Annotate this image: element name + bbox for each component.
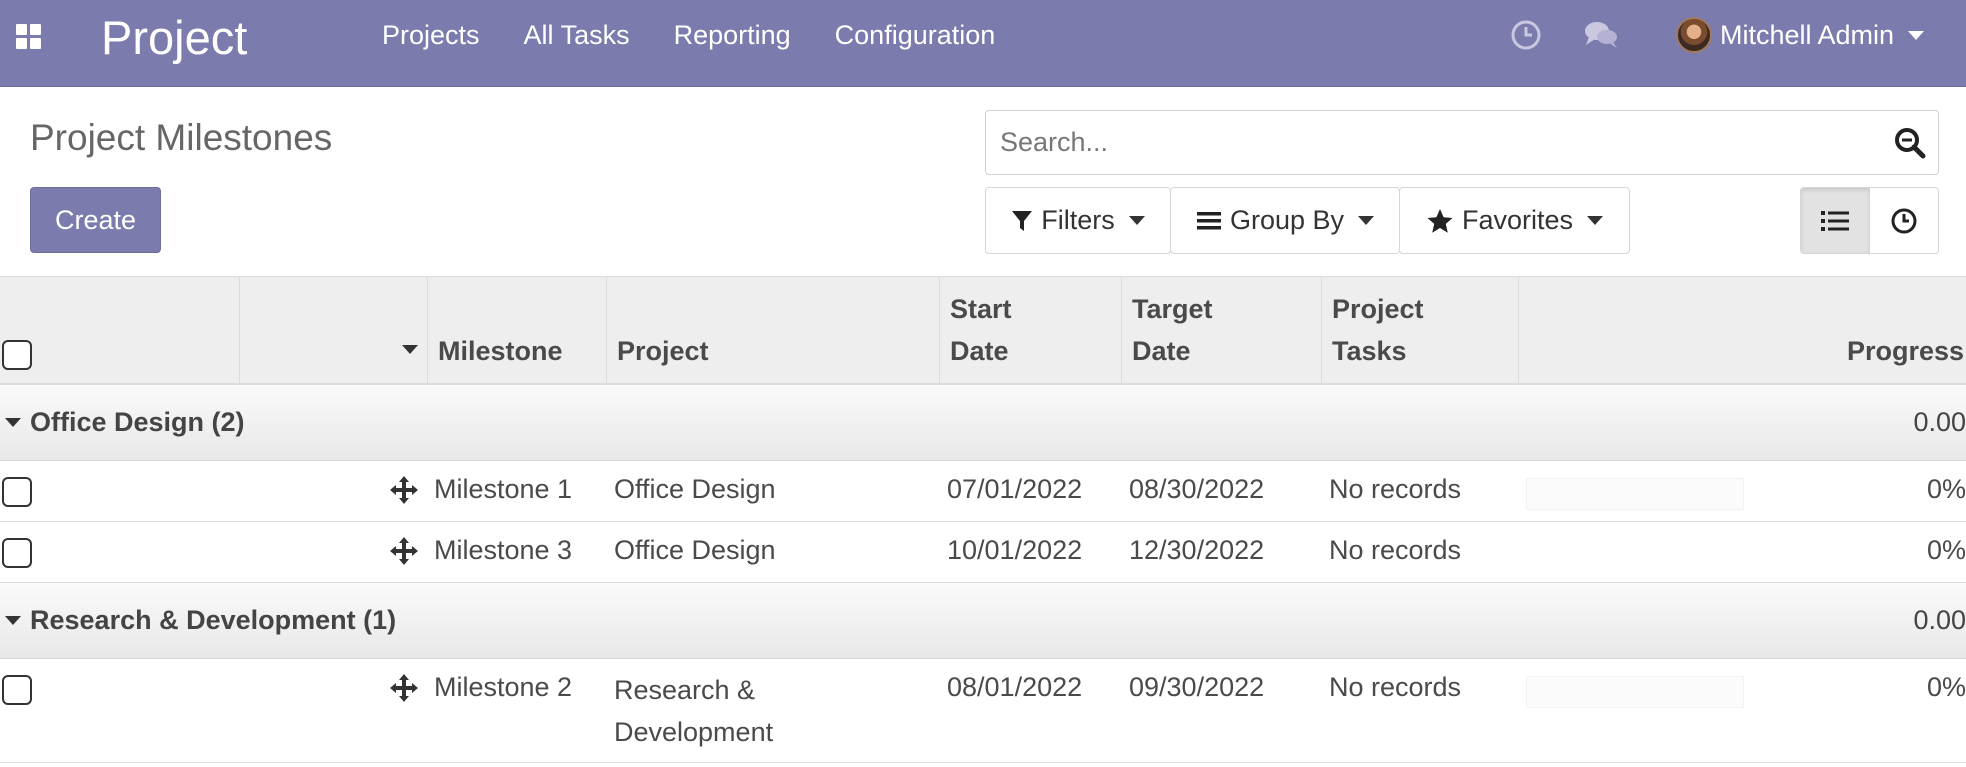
- favorites-button[interactable]: Favorites: [1399, 187, 1630, 254]
- group-row-research-development[interactable]: Research & Development (1) 0.00: [0, 583, 1966, 659]
- table-header: Milestone Project Start Date Target Date…: [0, 276, 1966, 385]
- filters-label: Filters: [1041, 205, 1115, 235]
- header-sequence[interactable]: [239, 277, 428, 384]
- header-milestone[interactable]: Milestone: [427, 277, 607, 384]
- search-icon[interactable]: [1892, 125, 1928, 161]
- milestones-table: Milestone Project Start Date Target Date…: [0, 276, 1966, 763]
- view-switcher: [1800, 187, 1939, 254]
- cell-milestone: Milestone 3: [434, 535, 573, 565]
- cell-progress: 0%: [1926, 535, 1966, 565]
- group-row-office-design[interactable]: Office Design (2) 0.00: [0, 385, 1966, 461]
- bars-icon: [1196, 211, 1221, 229]
- avatar: [1676, 17, 1712, 53]
- cell-progress: 0%: [1926, 672, 1966, 702]
- progress-bar: [1526, 478, 1744, 510]
- header-project[interactable]: Project: [606, 277, 940, 384]
- cell-project: Office Design: [614, 535, 776, 565]
- chevron-down-icon: [1128, 216, 1145, 225]
- group-by-button[interactable]: Group By: [1170, 187, 1400, 254]
- list-view-icon[interactable]: [1801, 188, 1870, 253]
- cell-target-date: 12/30/2022: [1129, 535, 1265, 565]
- header-target-date[interactable]: Target Date: [1121, 277, 1322, 384]
- caret-down-icon: [5, 616, 21, 625]
- cell-project: Office Design: [614, 474, 776, 504]
- user-name: Mitchell Admin: [1720, 19, 1895, 50]
- search-input[interactable]: [986, 111, 1866, 174]
- clock-icon[interactable]: [1509, 18, 1543, 52]
- sort-caret-icon: [402, 345, 418, 354]
- menu-configuration[interactable]: Configuration: [813, 20, 1018, 51]
- table-row[interactable]: Milestone 2 Research & Development 08/01…: [0, 659, 1966, 763]
- group-aggregate: 0.00: [1913, 407, 1966, 437]
- table-row[interactable]: Milestone 1 Office Design 07/01/2022 08/…: [0, 461, 1966, 522]
- menu-all-tasks[interactable]: All Tasks: [502, 20, 652, 51]
- cell-start-date: 10/01/2022: [947, 535, 1083, 565]
- row-checkbox[interactable]: [2, 538, 32, 568]
- header-project-tasks[interactable]: Project Tasks: [1321, 277, 1519, 384]
- cell-progress: 0%: [1926, 474, 1966, 504]
- progress-bar: [1526, 676, 1744, 708]
- select-all-checkbox[interactable]: [2, 340, 32, 370]
- page-title: Project Milestones: [30, 117, 333, 158]
- drag-handle-icon[interactable]: [388, 474, 420, 506]
- cell-target-date: 09/30/2022: [1129, 672, 1265, 702]
- group-name: Office Design (2): [30, 407, 245, 437]
- top-navbar: Project Projects All Tasks Reporting Con…: [0, 0, 1966, 87]
- apps-grid-icon[interactable]: [16, 24, 46, 50]
- group-aggregate: 0.00: [1913, 605, 1966, 635]
- chat-icon[interactable]: [1583, 18, 1617, 52]
- group-by-label: Group By: [1229, 205, 1345, 235]
- group-name: Research & Development (1): [30, 605, 397, 635]
- chevron-down-icon: [1587, 216, 1604, 225]
- activity-view-icon[interactable]: [1870, 188, 1939, 253]
- filter-icon: [1012, 210, 1033, 231]
- cell-project-tasks: No records: [1329, 535, 1462, 565]
- star-icon: [1427, 208, 1453, 233]
- main-menu: Projects All Tasks Reporting Configurati…: [360, 20, 1017, 51]
- drag-handle-icon[interactable]: [388, 672, 420, 704]
- cell-milestone: Milestone 1: [434, 474, 573, 504]
- table-row[interactable]: Milestone 3 Office Design 10/01/2022 12/…: [0, 522, 1966, 583]
- cell-project-tasks: No records: [1329, 474, 1462, 504]
- filters-button[interactable]: Filters: [985, 187, 1171, 254]
- caret-down-icon: [5, 418, 21, 427]
- row-checkbox[interactable]: [2, 675, 32, 705]
- chevron-down-icon: [1358, 216, 1375, 225]
- cell-start-date: 08/01/2022: [947, 672, 1083, 702]
- menu-reporting[interactable]: Reporting: [652, 20, 813, 51]
- drag-handle-icon[interactable]: [388, 535, 420, 567]
- chevron-down-icon: [1908, 30, 1925, 40]
- favorites-label: Favorites: [1461, 205, 1574, 235]
- header-progress[interactable]: Progress: [1518, 277, 1966, 384]
- user-menu[interactable]: Mitchell Admin: [1676, 15, 1925, 55]
- menu-projects[interactable]: Projects: [360, 20, 502, 51]
- cell-project-tasks: No records: [1329, 672, 1462, 702]
- row-checkbox[interactable]: [2, 477, 32, 507]
- app-brand[interactable]: Project: [101, 10, 247, 65]
- create-button[interactable]: Create: [30, 187, 161, 253]
- cell-target-date: 08/30/2022: [1129, 474, 1265, 504]
- cell-milestone: Milestone 2: [434, 672, 573, 702]
- header-start-date[interactable]: Start Date: [939, 277, 1122, 384]
- cell-start-date: 07/01/2022: [947, 474, 1083, 504]
- search-box: [985, 110, 1939, 175]
- cell-project: Research & Development: [614, 675, 774, 747]
